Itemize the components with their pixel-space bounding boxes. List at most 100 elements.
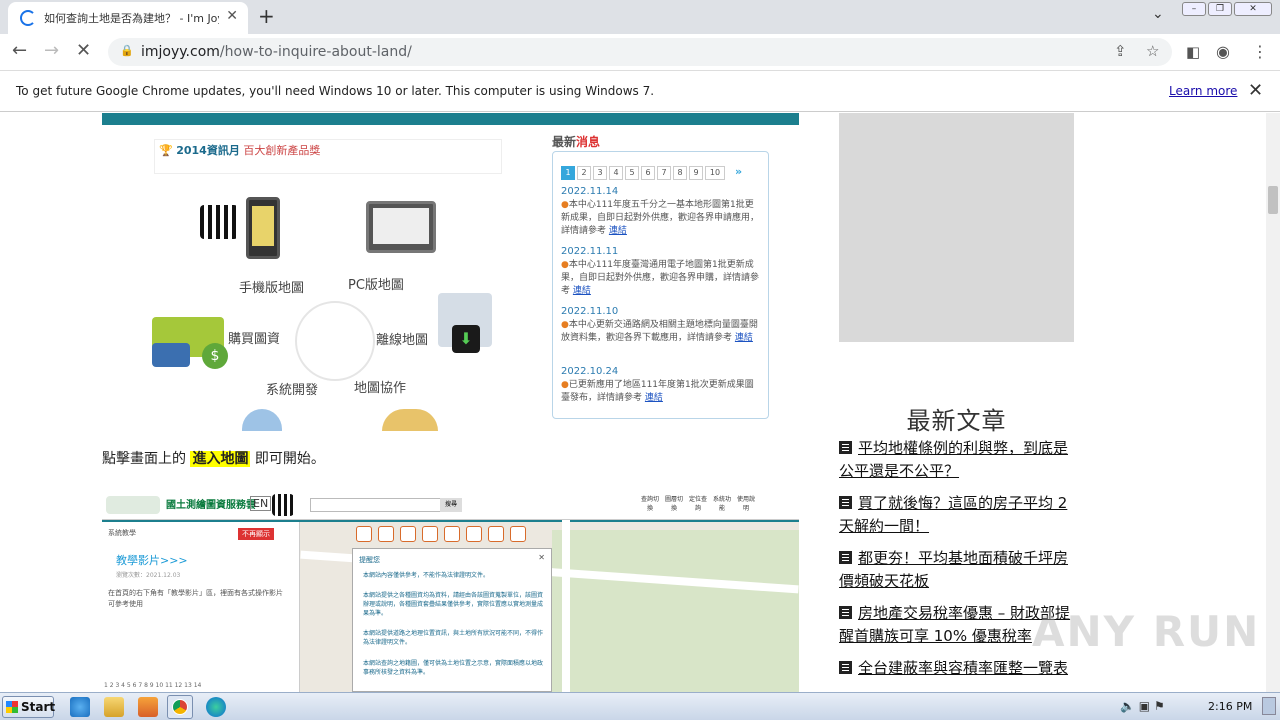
tab-close-icon[interactable]: ✕ xyxy=(226,8,238,24)
qr-code-icon xyxy=(272,494,294,516)
news-date: 2022.10.24 xyxy=(561,366,619,377)
news-item: ●本中心111年度臺灣通用電子地圖第1批更新成果，自即日起對外供應，歡迎各界申購… xyxy=(561,260,760,296)
feature-pc-map: PC版地圖 xyxy=(348,278,404,293)
page-1: 1 xyxy=(561,166,575,180)
bookmark-star-icon[interactable]: ☆ xyxy=(1146,42,1159,60)
page-6: 6 xyxy=(641,166,655,180)
learn-more-link[interactable]: Learn more xyxy=(1169,84,1237,98)
ad-placeholder xyxy=(839,113,1074,342)
map-park-area xyxy=(552,530,799,692)
infobar-message: To get future Google Chrome updates, you… xyxy=(16,84,655,98)
enter-map-highlight: 進入地圖 xyxy=(190,451,251,467)
phone-icon xyxy=(246,197,280,259)
url-text[interactable]: imjoyy.com/how-to-inquire-about-land/ xyxy=(141,44,412,60)
map-tools xyxy=(356,526,556,544)
taskbar-clock[interactable]: 2:16 PM xyxy=(1208,700,1252,713)
new-tab-icon[interactable]: + xyxy=(258,4,275,28)
article-list-icon xyxy=(839,551,852,564)
page-3: 3 xyxy=(593,166,607,180)
news-item: ●已更新應用了地區111年度第1批次更新成果圖臺發布，詳情請參考 連結 xyxy=(561,380,754,403)
latest-articles-heading: 最新文章 xyxy=(906,407,1007,435)
instruction-text: 點擊畫面上的 進入地圖 即可開始。 xyxy=(102,451,325,467)
network-icon[interactable]: ▣ xyxy=(1139,699,1150,713)
maximize-button[interactable]: ❐ xyxy=(1208,2,1232,16)
article-link[interactable]: 平均地權條例的利與弊，到底是公平還是不公平？ xyxy=(839,437,1079,483)
tutorial-sidebar: 系統教學 不再顯示 教學影片>>> 瀏覽次數：2021.12.03 在首頁的右下… xyxy=(102,522,300,692)
article-link[interactable]: 全台建蔽率與容積率匯整一覽表 xyxy=(839,657,1079,680)
news-date: 2022.11.10 xyxy=(561,306,619,317)
page-7: 7 xyxy=(657,166,671,180)
article-link[interactable]: 都更夯！平均基地面積破千坪房價頻破天花板 xyxy=(839,547,1079,593)
download-icon: ⬇ xyxy=(452,325,480,353)
system-tray: 🔈 ▣ ⚑ xyxy=(1120,699,1165,713)
double-chevron-right-icon: » xyxy=(735,165,743,178)
system-icon xyxy=(242,409,282,431)
flag-icon[interactable]: ⚑ xyxy=(1154,699,1165,713)
page-10: 10 xyxy=(705,166,725,180)
forward-arrow-icon[interactable]: → xyxy=(44,40,59,61)
news-pager: 1 2 3 4 5 6 7 8 9 10 » xyxy=(561,160,742,180)
infobar-close-icon[interactable]: ✕ xyxy=(1248,80,1263,101)
tab-title: 如何查詢土地是否為建地？ - I'm Joyy xyxy=(44,12,219,25)
portal-screenshot-image: 🏆 2014資訊月 百大創新產品獎 $ ⬇ 手機版地圖 PC版地圖 購買圖資 離… xyxy=(102,113,799,431)
menu-kebab-icon[interactable]: ⋮ xyxy=(1252,42,1268,61)
map-pager: 1 2 3 4 5 6 7 8 9 10 11 12 13 14 xyxy=(104,682,202,689)
window-close-button[interactable]: ✕ xyxy=(1234,2,1272,16)
back-arrow-icon[interactable]: ← xyxy=(12,40,27,61)
en-toggle: EN xyxy=(250,496,272,511)
service-logo: 國土測繪圖資服務雲 xyxy=(166,500,256,511)
page-5: 5 xyxy=(625,166,639,180)
agency-logo-icon xyxy=(106,496,160,514)
ie-icon[interactable] xyxy=(70,697,90,717)
article-list-icon xyxy=(839,496,852,509)
media-player-icon[interactable] xyxy=(138,697,158,717)
feature-offline-map: 離線地圖 xyxy=(376,333,429,348)
news-panel: 1 2 3 4 5 6 7 8 9 10 » 2022.11.14 ●本中心111年度五千分之一基本… xyxy=(552,151,769,419)
scrollbar-thumb[interactable] xyxy=(1268,186,1278,214)
loading-spinner-icon xyxy=(20,10,36,26)
lock-icon[interactable]: 🔒 xyxy=(120,44,134,57)
browser-tab[interactable]: 如何查詢土地是否為建地？ - I'm Joyy ✕ xyxy=(8,2,248,34)
chrome-icon[interactable] xyxy=(167,695,193,719)
page-4: 4 xyxy=(609,166,623,180)
page-9: 9 xyxy=(689,166,703,180)
page-8: 8 xyxy=(673,166,687,180)
edge-icon[interactable] xyxy=(206,697,226,717)
show-desktop-button[interactable] xyxy=(1262,697,1276,715)
side-panel-icon[interactable]: ◧ xyxy=(1186,43,1200,61)
map-search-button: 搜尋 xyxy=(440,498,462,512)
news-item: ●本中心更新交通路網及相關主題地標向量圖臺開放資料集，歡迎各界下載應用，詳情請參… xyxy=(561,320,758,343)
article-link[interactable]: 買了就後悔？這區的房子平均 2 天解約一間！ xyxy=(839,492,1079,538)
browser-toolbar: ← → ✕ 🔒 imjoyy.com/how-to-inquire-about-… xyxy=(0,34,1280,71)
minimize-button[interactable]: – xyxy=(1182,2,1206,16)
map-toolbar-icons: 查詢切換圖層切換定位查詢系統功能使用說明 xyxy=(640,496,755,512)
tab-strip: 如何查詢土地是否為建地？ - I'm Joyy ✕ + ⌄ – ❐ ✕ xyxy=(0,0,1280,34)
map-search-box xyxy=(310,498,460,512)
profile-avatar-icon[interactable]: ◉ xyxy=(1216,42,1230,61)
feature-buy-data: 購買圖資 xyxy=(228,332,281,347)
monitor-icon xyxy=(366,201,436,253)
volume-icon[interactable]: 🔈 xyxy=(1120,699,1135,713)
explorer-icon[interactable] xyxy=(104,697,124,717)
tab-search-chevron-icon[interactable]: ⌄ xyxy=(1152,6,1164,22)
news-heading: 最新消息 xyxy=(552,135,601,149)
page-2: 2 xyxy=(577,166,591,180)
article-list-icon xyxy=(839,661,852,674)
update-infobar: To get future Google Chrome updates, you… xyxy=(0,72,1280,112)
map-viewer-header: 國土測繪圖資服務雲 EN 搜尋 查詢切換圖層切換定位查詢系統功能使用說明 xyxy=(102,490,799,520)
news-date: 2022.11.14 xyxy=(561,186,619,197)
feature-system-dev: 系統開發 xyxy=(266,383,319,398)
dialog-close-icon: ✕ xyxy=(538,553,545,562)
share-icon[interactable]: ⇪ xyxy=(1114,42,1127,60)
dollar-coin-icon: $ xyxy=(202,343,228,369)
address-bar[interactable]: 🔒 imjoyy.com/how-to-inquire-about-land/ … xyxy=(108,38,1172,66)
feature-mobile-map: 手機版地圖 xyxy=(239,281,305,296)
page-scrollbar[interactable] xyxy=(1266,113,1280,692)
award-banner: 🏆 2014資訊月 百大創新產品獎 xyxy=(154,139,502,174)
stop-loading-icon[interactable]: ✕ xyxy=(76,40,91,61)
anyrun-watermark: ANY RUN xyxy=(1032,607,1261,656)
teal-header-band xyxy=(102,113,799,125)
feature-map-collab: 地圖協作 xyxy=(354,381,407,396)
start-button[interactable]: Start xyxy=(2,696,55,718)
windows-taskbar: Start 🔈 ▣ ⚑ 2:16 PM xyxy=(0,692,1280,720)
